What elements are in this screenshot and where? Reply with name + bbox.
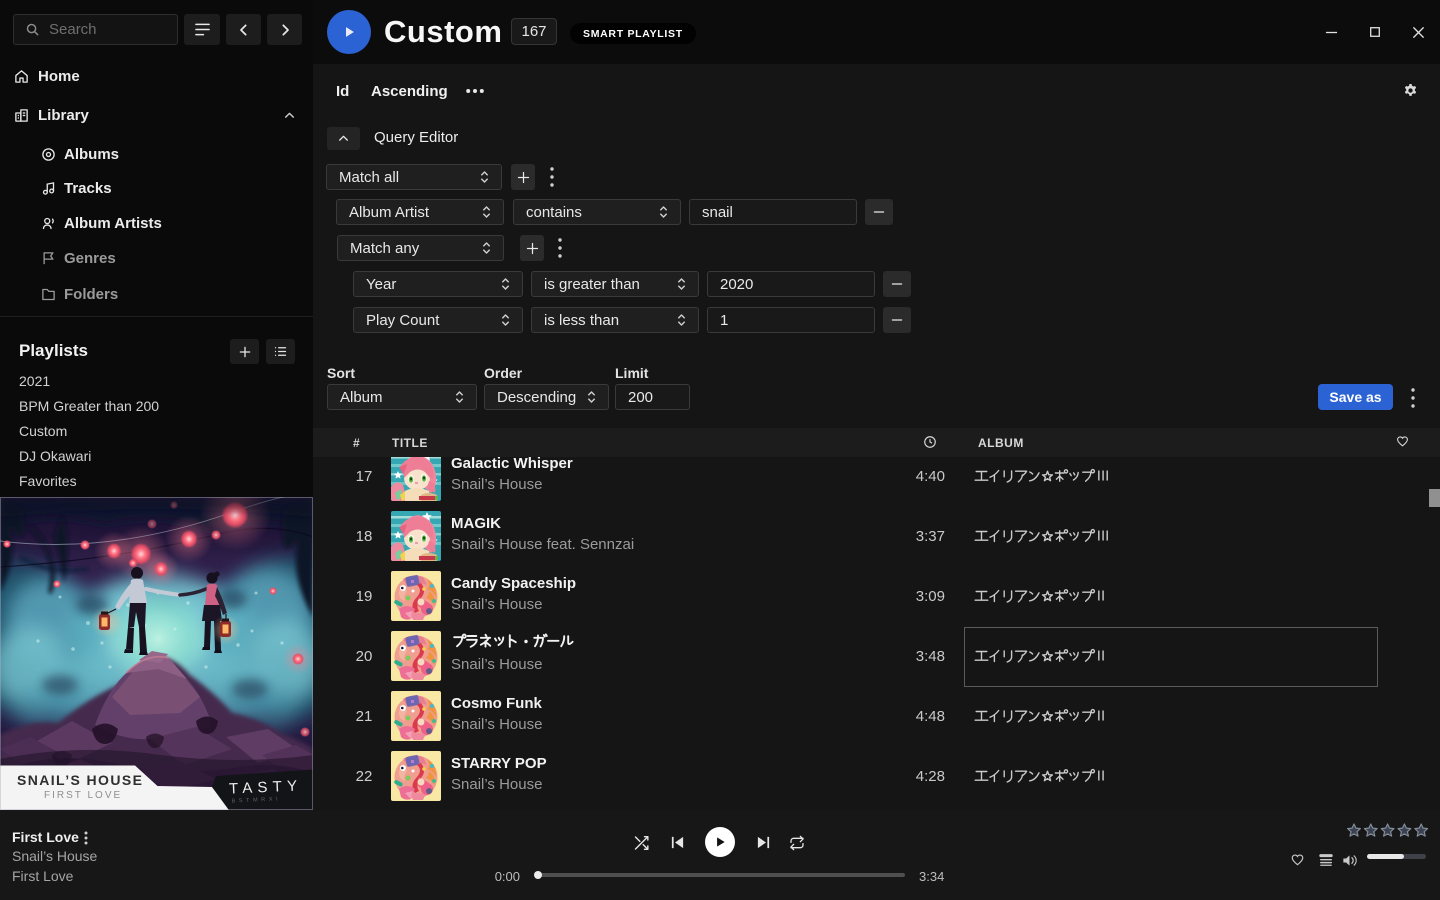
svg-text:II: II [1097,708,1105,725]
svg-text:II: II [1097,588,1105,605]
svg-text:SNAIL’S HOUSE: SNAIL’S HOUSE [17,772,143,788]
svg-text:III: III [1097,468,1110,485]
svg-text:II: II [1097,768,1105,785]
svg-text:TASTY: TASTY [229,777,303,797]
svg-text:III: III [1097,528,1110,545]
svg-text:FIRST LOVE: FIRST LOVE [44,790,122,801]
